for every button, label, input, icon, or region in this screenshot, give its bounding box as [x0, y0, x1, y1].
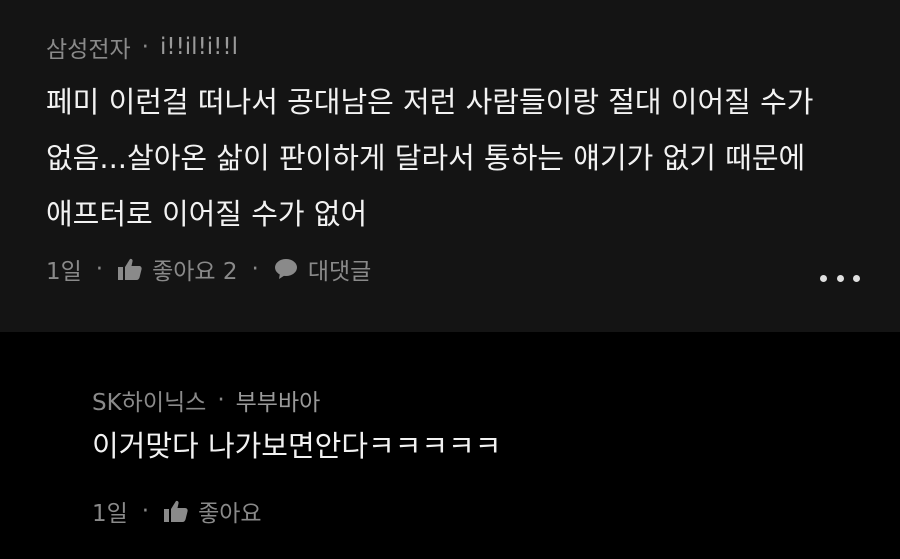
more-horizontal-icon — [820, 274, 827, 282]
reply-label: 대댓글 — [307, 259, 372, 285]
separator-dot: · — [141, 34, 149, 60]
comment-line: 없음...살아온 삶이 판이하게 달라서 통하는 얘기가 없기 때문에 — [46, 141, 806, 175]
timestamp: 1일 — [92, 501, 128, 527]
reply-card: SK하이닉스 · 부부바아 이거맞다 나가보면안다ㅋㅋㅋㅋㅋ 1일 · 좋아요 — [0, 332, 900, 559]
separator-dot: · — [141, 498, 150, 524]
more-horizontal-icon — [853, 274, 860, 282]
comment-card: 삼성전자 · i!!il!i!!l 페미 이런걸 떠나서 공대남은 저런 사람들… — [0, 0, 900, 332]
thumbs-up-icon — [117, 256, 143, 282]
comment-body: 이거맞다 나가보면안다ㅋㅋㅋㅋㅋ — [92, 418, 501, 474]
separator-dot: · — [95, 256, 104, 282]
more-horizontal-icon — [836, 274, 844, 282]
company-name: SK하이닉스 — [92, 390, 207, 416]
like-button[interactable]: 좋아요 — [163, 494, 262, 528]
like-button[interactable]: 좋아요 2 — [117, 252, 238, 286]
author-name[interactable]: 부부바아 — [236, 383, 321, 417]
comment-actions: 1일 · 좋아요 — [92, 494, 262, 528]
more-options-button[interactable] — [820, 266, 860, 290]
like-label: 좋아요 2 — [152, 259, 238, 285]
speech-bubble-icon — [273, 256, 299, 282]
like-label: 좋아요 — [198, 501, 262, 527]
comment-meta: 삼성전자 · i!!il!i!!l — [46, 30, 238, 64]
comment-actions: 1일 · 좋아요 2 · 대댓글 — [46, 252, 371, 286]
company-name: 삼성전자 — [46, 37, 131, 63]
timestamp: 1일 — [46, 259, 82, 285]
comment-meta: SK하이닉스 · 부부바아 — [92, 383, 320, 417]
comment-body: 페미 이런걸 떠나서 공대남은 저런 사람들이랑 절대 이어질 수가 없음...… — [46, 74, 813, 242]
thumbs-up-icon — [163, 498, 189, 524]
comment-line: 애프터로 이어질 수가 없어 — [46, 197, 368, 231]
author-name[interactable]: i!!il!i!!l — [160, 34, 238, 60]
separator-dot: · — [251, 256, 259, 282]
reply-button[interactable]: 대댓글 — [273, 252, 371, 286]
separator-dot: · — [217, 387, 225, 413]
comment-line: 페미 이런걸 떠나서 공대남은 저런 사람들이랑 절대 이어질 수가 — [46, 85, 814, 119]
comment-line: 이거맞다 나가보면안다ㅋㅋㅋㅋㅋ — [92, 429, 502, 463]
